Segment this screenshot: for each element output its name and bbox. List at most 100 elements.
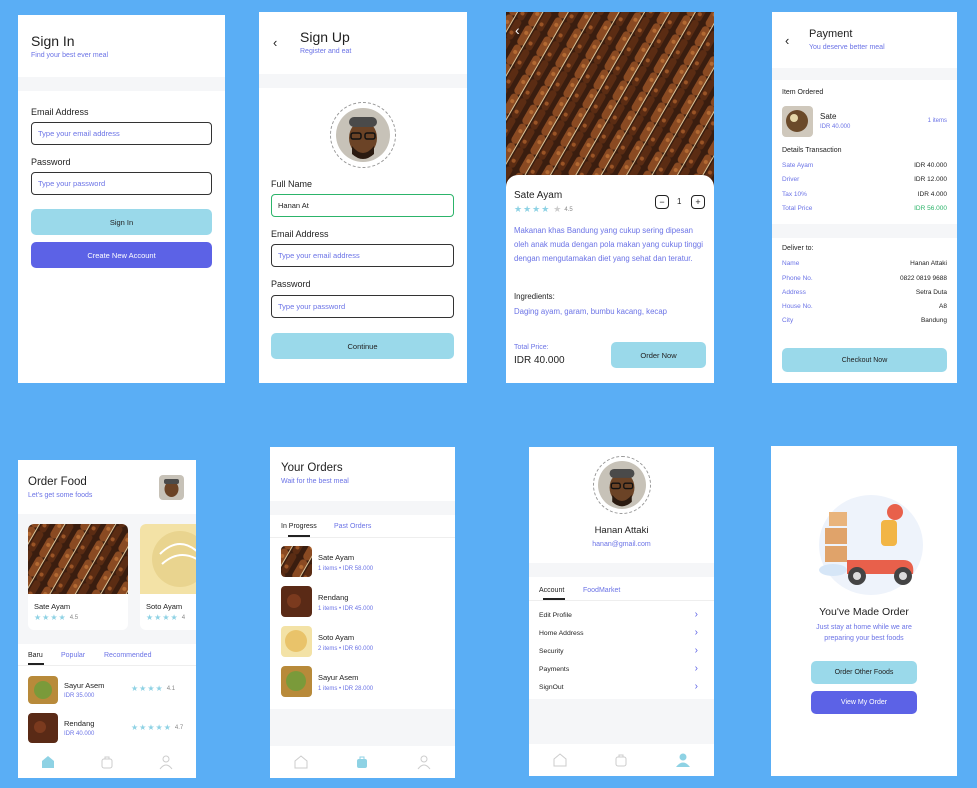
divider	[772, 68, 957, 80]
checkout-button[interactable]: Checkout Now	[782, 348, 947, 372]
order-thumb	[281, 626, 312, 657]
detail-row: Tax 10% IDR 4.000	[782, 191, 947, 198]
divider	[18, 77, 225, 91]
divider	[529, 600, 714, 601]
tab-recommended[interactable]: Recommended	[104, 652, 151, 659]
tab-popular[interactable]: Popular	[61, 652, 85, 659]
order-thumb	[281, 546, 312, 577]
bag-icon[interactable]	[354, 754, 370, 770]
page-title: Your Orders	[281, 462, 343, 474]
fullname-label: Full Name	[271, 179, 313, 189]
food-card[interactable]: Sate Ayam ★★★★ 4.5	[28, 524, 128, 630]
order-name: Sayur Asem	[318, 673, 359, 682]
avatar[interactable]	[159, 475, 184, 500]
back-icon[interactable]: ‹	[785, 33, 789, 48]
order-now-button[interactable]: Order Now	[611, 342, 706, 368]
list-item-thumb	[28, 713, 58, 743]
divider	[18, 665, 196, 666]
rating: ★★★★ 4.5	[34, 613, 78, 622]
profile-icon[interactable]	[416, 754, 432, 770]
home-icon[interactable]	[552, 752, 568, 768]
payment-screen: ‹ Payment You deserve better meal Item O…	[772, 12, 957, 383]
menu-item-edit-profile[interactable]: Edit Profile ›	[529, 607, 714, 625]
chevron-right-icon: ›	[694, 645, 698, 656]
password-field[interactable]: Type your password	[31, 172, 212, 195]
tab-account[interactable]: Account	[539, 587, 564, 594]
chevron-right-icon: ›	[694, 681, 698, 692]
deliver-title: Deliver to:	[782, 245, 814, 252]
home-icon[interactable]	[40, 754, 56, 770]
divider	[772, 224, 957, 238]
item-ordered-label: Item Ordered	[782, 89, 824, 96]
rating-value: 4	[181, 614, 186, 621]
back-icon[interactable]: ‹	[515, 22, 520, 38]
total-value: IDR 40.000	[514, 355, 565, 366]
view-my-order-button[interactable]: View My Order	[811, 691, 917, 714]
divider	[529, 563, 714, 577]
decrease-button[interactable]: −	[655, 195, 669, 209]
fullname-field[interactable]: Hanan At	[271, 194, 454, 217]
email-field[interactable]: Type your email address	[31, 122, 212, 145]
continue-button[interactable]: Continue	[271, 333, 454, 359]
rating-value: 4.1	[166, 685, 176, 692]
page-subtitle: Wait for the best meal	[281, 478, 349, 485]
profile-name: Hanan Attaki	[594, 525, 649, 536]
empty-area	[529, 699, 714, 744]
page-subtitle: Let's get some foods	[28, 492, 93, 499]
page-title: Sign In	[31, 33, 75, 49]
details-title: Details Transaction	[782, 147, 842, 154]
order-name: Rendang	[318, 593, 349, 602]
page-subtitle: Register and eat	[300, 48, 352, 55]
menu-item-payments[interactable]: Payments ›	[529, 661, 714, 679]
bag-icon[interactable]	[99, 754, 115, 770]
list-item-name: Sayur Asem	[64, 681, 105, 690]
tab-foodmarket[interactable]: FoodMarket	[583, 587, 620, 594]
your-orders-screen: Your Orders Wait for the best meal In Pr…	[270, 447, 455, 778]
detail-row: Total Price IDR 56.000	[782, 205, 947, 212]
profile-icon[interactable]	[675, 752, 691, 768]
profile-email: hanan@gmail.com	[592, 541, 651, 548]
menu-item-signout[interactable]: SignOut ›	[529, 679, 714, 697]
food-detail-screen: ‹ Sate Ayam ★★★★ ★ 4.5 − 1 + Makanan khas…	[506, 12, 714, 383]
food-image	[506, 12, 714, 187]
divider	[259, 74, 467, 88]
tab-baru[interactable]: Baru	[28, 652, 43, 659]
tab-past-orders[interactable]: Past Orders	[334, 523, 371, 530]
increase-button[interactable]: +	[691, 195, 705, 209]
divider	[270, 501, 455, 515]
order-meta: 2 items • IDR 60.000	[318, 646, 374, 652]
home-icon[interactable]	[293, 754, 309, 770]
tab-in-progress[interactable]: In Progress	[281, 523, 317, 530]
item-thumbnail	[782, 106, 813, 137]
signin-button[interactable]: Sign In	[31, 209, 212, 235]
password-field[interactable]: Type your password	[271, 295, 454, 318]
menu-item-home-address[interactable]: Home Address ›	[529, 625, 714, 643]
page-title: Sign Up	[300, 29, 350, 45]
chevron-right-icon: ›	[694, 609, 698, 620]
list-item-name: Rendang	[64, 719, 95, 728]
create-account-button[interactable]: Create New Account	[31, 242, 212, 268]
avatar	[336, 108, 390, 162]
order-thumb	[281, 586, 312, 617]
page-title: Order Food	[28, 476, 87, 488]
item-price: IDR 40.000	[820, 124, 851, 130]
chevron-right-icon: ›	[694, 663, 698, 674]
back-icon[interactable]: ‹	[273, 35, 277, 50]
bag-icon[interactable]	[613, 752, 629, 768]
item-count: 1 items	[927, 118, 947, 124]
chevron-right-icon: ›	[694, 627, 698, 638]
list-item-thumb	[28, 676, 58, 704]
order-other-foods-button[interactable]: Order Other Foods	[811, 661, 917, 684]
food-card-name: Soto Ayam	[146, 602, 183, 611]
deliver-row: City Bandung	[782, 317, 947, 324]
profile-icon[interactable]	[158, 754, 174, 770]
item-name: Sate	[820, 112, 837, 121]
email-label: Email Address	[271, 229, 329, 239]
stars-icon: ★★★★	[146, 613, 179, 622]
email-field[interactable]: Type your email address	[271, 244, 454, 267]
food-card[interactable]: Soto Ayam ★★★★ 4	[140, 524, 196, 630]
order-meta: 1 items • IDR 45.000	[318, 606, 374, 612]
menu-item-security[interactable]: Security ›	[529, 643, 714, 661]
order-thumb	[281, 666, 312, 697]
food-name: Sate Ayam	[514, 190, 563, 201]
